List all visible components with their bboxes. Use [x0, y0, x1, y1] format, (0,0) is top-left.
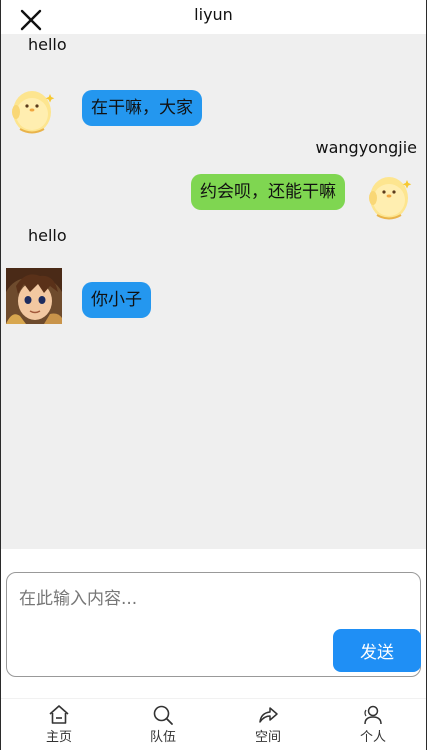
message-bubble[interactable]: 在干嘛，大家 [82, 90, 202, 126]
sender-name: hello [28, 226, 67, 245]
tab-home[interactable]: 主页 [29, 704, 89, 746]
message-bubble[interactable]: 你小子 [82, 282, 151, 318]
tab-team[interactable]: 队伍 [133, 704, 193, 746]
user-icon [364, 705, 382, 725]
tab-label: 队伍 [149, 730, 176, 745]
chat-title: liyun [194, 5, 233, 24]
boy-avatar[interactable] [6, 268, 62, 324]
bottom-tab-bar: 主页 队伍 空间 个人 [1, 698, 426, 750]
composer: 发送 [6, 572, 421, 677]
message-input[interactable] [19, 589, 319, 609]
message-list[interactable]: hello 在干嘛，大家 wangyongjie 约会呗，还能干嘛 hello [1, 34, 426, 549]
tab-label: 空间 [254, 730, 281, 745]
chick-avatar[interactable] [363, 168, 419, 224]
chat-header: liyun [1, 0, 426, 34]
sender-name: wangyongjie [315, 138, 417, 157]
home-icon [49, 705, 69, 724]
send-button[interactable]: 发送 [333, 629, 421, 672]
share-icon [259, 707, 278, 723]
chick-avatar[interactable] [6, 82, 62, 138]
tab-space[interactable]: 空间 [238, 704, 298, 746]
sender-name: hello [28, 35, 67, 54]
tab-profile[interactable]: 个人 [343, 704, 403, 746]
message-bubble[interactable]: 约会呗，还能干嘛 [191, 174, 345, 210]
tab-label: 主页 [45, 730, 72, 745]
tab-label: 个人 [359, 730, 386, 745]
search-icon [153, 705, 173, 725]
